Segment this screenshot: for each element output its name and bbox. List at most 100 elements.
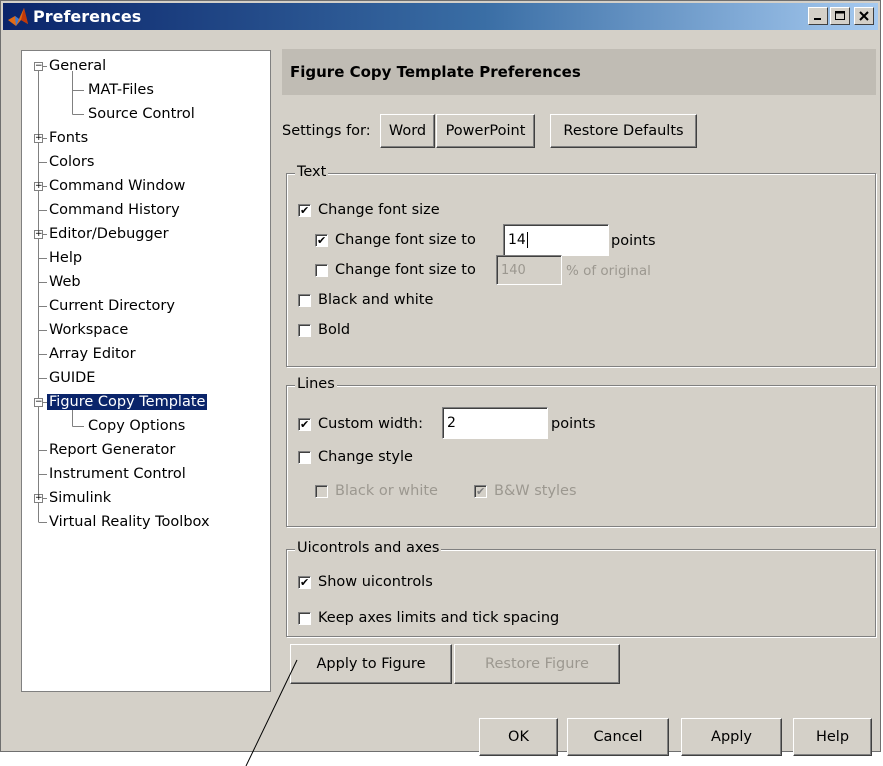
lines-group: Lines ✔ Custom width: 2 points Change st… bbox=[286, 376, 876, 527]
tree-item-label: GUIDE bbox=[49, 370, 96, 386]
tree-item[interactable]: Instrument Control bbox=[47, 463, 188, 485]
black-and-white-checkbox[interactable]: Black and white bbox=[298, 292, 433, 308]
black-or-white-label: Black or white bbox=[335, 483, 438, 499]
checkmark-icon: ✔ bbox=[476, 484, 486, 498]
tree-item[interactable]: Fonts bbox=[47, 127, 90, 149]
tree-item-label: General bbox=[49, 58, 107, 74]
tree-item[interactable]: Editor/Debugger bbox=[47, 223, 171, 245]
font-size-percent-field: 140 bbox=[496, 255, 562, 285]
font-size-percent-label: Change font size to bbox=[335, 262, 476, 278]
expand-icon[interactable]: + bbox=[34, 230, 43, 239]
checkbox-box[interactable]: ✔ bbox=[298, 575, 311, 589]
tree-item[interactable]: Web bbox=[47, 271, 83, 293]
change-font-size-checkbox[interactable]: ✔ Change font size bbox=[298, 202, 440, 218]
tree-item[interactable]: Figure Copy Template bbox=[47, 391, 208, 413]
maximize-icon bbox=[835, 11, 845, 20]
custom-width-value: 2 bbox=[447, 415, 456, 431]
tree-item-label: Report Generator bbox=[49, 442, 176, 458]
checkbox-box[interactable] bbox=[298, 611, 311, 625]
change-font-size-label: Change font size bbox=[318, 202, 440, 218]
restore-figure-button: Restore Figure bbox=[454, 644, 620, 684]
bold-checkbox[interactable]: Bold bbox=[298, 322, 350, 338]
tree-item-label: Command History bbox=[49, 202, 180, 218]
font-size-points-field[interactable]: 14 bbox=[503, 224, 609, 256]
close-icon bbox=[859, 11, 869, 21]
word-button[interactable]: Word bbox=[380, 114, 435, 148]
custom-width-checkbox[interactable]: ✔ Custom width: bbox=[298, 416, 423, 432]
tree-item-label: Virtual Reality Toolbox bbox=[49, 514, 210, 530]
checkbox-box[interactable] bbox=[298, 323, 311, 337]
collapse-icon[interactable]: − bbox=[34, 62, 43, 71]
tree-item[interactable]: General bbox=[47, 55, 108, 77]
tree-item[interactable]: Workspace bbox=[47, 319, 130, 341]
lines-group-title: Lines bbox=[295, 376, 337, 392]
checkbox-box[interactable] bbox=[298, 293, 311, 307]
keep-axes-checkbox[interactable]: Keep axes limits and tick spacing bbox=[298, 610, 559, 626]
tree-item-label: Source Control bbox=[88, 106, 195, 122]
expand-icon[interactable]: + bbox=[34, 134, 43, 143]
tree-item[interactable]: Source Control bbox=[86, 103, 197, 125]
restore-defaults-button[interactable]: Restore Defaults bbox=[550, 114, 697, 148]
font-size-to-label: Change font size to bbox=[335, 232, 476, 248]
tree-item[interactable]: Copy Options bbox=[86, 415, 187, 437]
tree-item[interactable]: GUIDE bbox=[47, 367, 97, 389]
tree-item-label: MAT-Files bbox=[88, 82, 154, 98]
checkmark-icon: ✔ bbox=[300, 417, 310, 431]
expand-icon[interactable]: + bbox=[34, 494, 43, 503]
tree-item[interactable]: Array Editor bbox=[47, 343, 138, 365]
checkbox-box[interactable] bbox=[315, 263, 328, 277]
tree-item[interactable]: Report Generator bbox=[47, 439, 177, 461]
collapse-icon[interactable]: − bbox=[34, 398, 43, 407]
tree-item[interactable]: Simulink bbox=[47, 487, 113, 509]
checkbox-box[interactable]: ✔ bbox=[298, 203, 311, 217]
expand-icon[interactable]: + bbox=[34, 182, 43, 191]
font-size-percent-value: 140 bbox=[501, 262, 526, 278]
minimize-button[interactable] bbox=[808, 7, 828, 25]
font-size-points-value: 14 bbox=[508, 232, 526, 248]
bw-styles-label: B&W styles bbox=[494, 483, 577, 499]
powerpoint-button[interactable]: PowerPoint bbox=[436, 114, 535, 148]
change-style-label: Change style bbox=[318, 449, 413, 465]
preferences-tree[interactable]: General − MAT-Files Source Control Fonts + Col… bbox=[21, 50, 271, 692]
ok-button[interactable]: OK bbox=[479, 718, 558, 756]
minimize-icon bbox=[814, 18, 821, 20]
show-uicontrols-checkbox[interactable]: ✔ Show uicontrols bbox=[298, 574, 433, 590]
tree-item-label: Colors bbox=[49, 154, 95, 170]
font-size-percent-checkbox[interactable]: Change font size to bbox=[315, 262, 476, 278]
change-style-checkbox[interactable]: Change style bbox=[298, 449, 413, 465]
checkbox-box[interactable]: ✔ bbox=[315, 233, 328, 247]
font-size-to-checkbox[interactable]: ✔ Change font size to bbox=[315, 232, 476, 248]
checkbox-box[interactable] bbox=[298, 450, 311, 464]
maximize-button[interactable] bbox=[830, 7, 850, 25]
show-uicontrols-label: Show uicontrols bbox=[318, 574, 433, 590]
tree-item[interactable]: Virtual Reality Toolbox bbox=[47, 511, 212, 533]
panel-header: Figure Copy Template Preferences bbox=[282, 49, 876, 95]
tree-item-label: Copy Options bbox=[88, 418, 186, 434]
custom-width-label: Custom width: bbox=[318, 416, 424, 432]
tree-item[interactable]: MAT-Files bbox=[86, 79, 156, 101]
tree-item-label: Current Directory bbox=[49, 298, 175, 314]
tree-item-label: Workspace bbox=[49, 322, 129, 338]
tree-item[interactable]: Help bbox=[47, 247, 84, 269]
matlab-logo-icon bbox=[7, 6, 29, 28]
font-size-points-unit: points bbox=[611, 233, 656, 249]
cancel-button[interactable]: Cancel bbox=[567, 718, 669, 756]
apply-button[interactable]: Apply bbox=[681, 718, 782, 756]
checkbox-box[interactable]: ✔ bbox=[298, 417, 311, 431]
tree-item-label: Command Window bbox=[49, 178, 186, 194]
text-group-title: Text bbox=[295, 164, 329, 180]
apply-to-figure-button[interactable]: Apply to Figure bbox=[290, 644, 452, 684]
custom-width-field[interactable]: 2 bbox=[442, 407, 548, 439]
tree-item[interactable]: Colors bbox=[47, 151, 96, 173]
tree-item[interactable]: Command History bbox=[47, 199, 182, 221]
tree-item[interactable]: Command Window bbox=[47, 175, 187, 197]
help-button[interactable]: Help bbox=[793, 718, 872, 756]
close-button[interactable] bbox=[854, 7, 874, 25]
tree-item-label: Editor/Debugger bbox=[49, 226, 169, 242]
tree-item-label: Figure Copy Template bbox=[47, 394, 208, 410]
checkbox-box: ✔ bbox=[474, 484, 487, 498]
tree-item-label: Instrument Control bbox=[49, 466, 186, 482]
bw-styles-checkbox: ✔ B&W styles bbox=[474, 483, 577, 499]
tree-item[interactable]: Current Directory bbox=[47, 295, 177, 317]
title-bar[interactable]: Preferences bbox=[3, 3, 878, 30]
